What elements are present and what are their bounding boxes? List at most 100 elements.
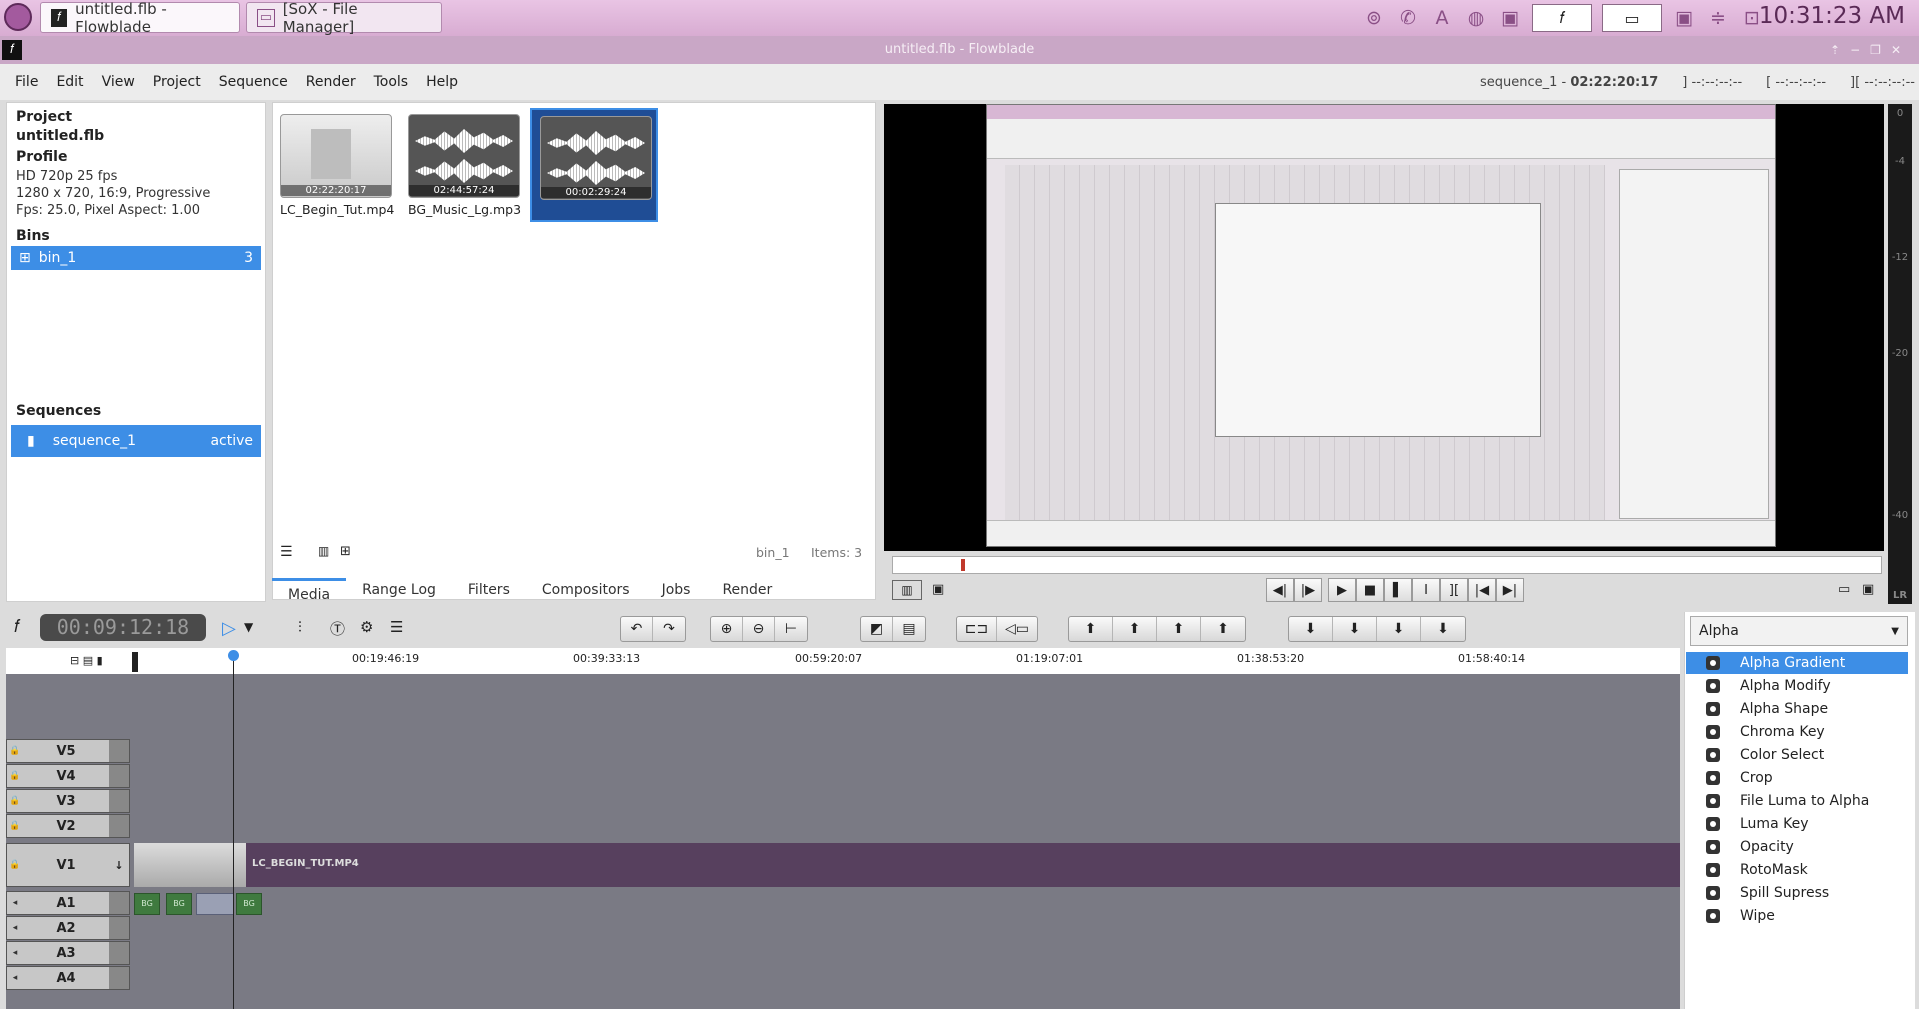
sync-icon[interactable]: ⬇ [1289,617,1333,641]
undo-icon[interactable]: ↶ [621,617,653,641]
tray-app-icon[interactable]: ⊚ [1362,7,1386,29]
window-tray-icon[interactable]: ▭ [1602,4,1662,32]
position-scrubber[interactable] [892,556,1882,574]
task-flowblade[interactable]: 𝑓 untitled.flb - Flowblade [40,0,240,36]
play-backward-button[interactable]: |▶ [1294,578,1322,602]
timeline-playhead[interactable] [233,652,234,1009]
network-icon[interactable]: ≑ [1706,7,1730,29]
chevron-down-icon[interactable]: ▼ [244,620,253,634]
media-clip[interactable]: 02:22:20:17 LC_Begin_Tut.mp4 [280,114,394,217]
screen-icon[interactable]: ▣ [1672,7,1696,29]
filter-item[interactable]: Spill Supress [1686,882,1908,904]
lift-icon[interactable]: ⊏⊐ [957,617,997,641]
tab-filters[interactable]: Filters [452,582,526,598]
track-header-v4[interactable]: 🔒 V4 [6,764,130,788]
menu-help[interactable]: Help [417,74,467,90]
media-link-icon[interactable]: ⚙ [360,618,373,636]
media-clip-selected[interactable]: 00:02:29:24 [530,108,658,222]
filter-item[interactable]: File Luma to Alpha [1686,790,1908,812]
restore-icon[interactable]: ❐ [1870,43,1891,57]
clear-marks-button[interactable]: ][ [1440,578,1468,602]
playhead-handle[interactable] [228,650,239,661]
append-icon[interactable]: ⬆ [1113,617,1157,641]
menu-project[interactable]: Project [144,74,210,90]
audio-icon[interactable]: ◍ [1464,7,1488,29]
track-header-v2[interactable]: 🔒 V2 [6,814,130,838]
down-arrow-icon[interactable]: ↓ [109,844,129,886]
audio-clip-selected[interactable] [196,893,234,915]
filter-item[interactable]: RotoMask [1686,859,1908,881]
track-header-a2[interactable]: ◂ A2 [6,916,130,940]
zoom-fit-icon[interactable]: ⊢ [775,617,807,641]
speaker-icon[interactable]: ◂ [7,898,23,908]
prev-frame-button[interactable]: ◀| [1266,578,1294,602]
overwrite-icon[interactable]: ⬆ [1157,617,1201,641]
fullscreen-icon[interactable]: ▣ [1862,582,1874,597]
tab-jobs[interactable]: Jobs [646,582,707,598]
menu-sequence[interactable]: Sequence [210,74,297,90]
filter-item[interactable]: Crop [1686,767,1908,789]
close-icon[interactable]: ✕ [1891,43,1911,57]
lock-icon[interactable]: 🔒 [7,771,23,781]
speaker-icon[interactable]: ◂ [7,948,23,958]
filter-item[interactable]: Opacity [1686,836,1908,858]
title-tool-icon[interactable]: Ⓣ [330,618,345,639]
track-header-a4[interactable]: ◂ A4 [6,966,130,990]
bin-item[interactable]: ⊞ bin_1 3 [11,246,261,270]
splice-icon[interactable]: ▤ [893,617,925,641]
columns-view-icon[interactable]: ▥ [318,544,329,558]
lock-icon[interactable]: 🔒 [7,796,23,806]
track-header-v5[interactable]: 🔒 V5 [6,739,130,763]
delete-icon[interactable]: ◁▭ [997,617,1037,641]
filter-item[interactable]: Color Select [1686,744,1908,766]
track-header-v1[interactable]: 🔒 V1 ↓ [6,843,130,887]
overwrite-range-icon[interactable]: ⬆ [1201,617,1245,641]
menu-render[interactable]: Render [297,74,365,90]
lock-icon[interactable]: 🔒 [7,746,23,756]
minimize-icon[interactable]: − [1850,43,1870,57]
filter-item[interactable]: Wipe [1686,905,1908,927]
mark-in-button[interactable]: I [1412,578,1440,602]
text-icon[interactable]: A [1430,7,1454,29]
edit-mode-cursor-icon[interactable]: ▷ [222,618,236,639]
track-header-v3[interactable]: 🔒 V3 [6,789,130,813]
speaker-icon[interactable]: ◂ [7,973,23,983]
trim-view-icon[interactable]: ▥ [892,580,922,600]
speaker-icon[interactable]: ◂ [7,923,23,933]
maximize-icon[interactable]: ⇡ [1830,43,1850,57]
tab-render[interactable]: Render [706,582,788,598]
monitor-toggle-icon[interactable]: ▣ [932,582,944,597]
zoom-out-icon[interactable]: ⊖ [743,617,775,641]
menu-file[interactable]: File [6,74,47,90]
filter-item[interactable]: Chroma Key [1686,721,1908,743]
timeline-tracks[interactable] [6,674,1680,1009]
scrubber-playhead[interactable] [961,559,965,571]
grid-view-icon[interactable]: ⊞ [340,544,351,559]
audio-clip[interactable]: BG [166,893,192,915]
redo-icon[interactable]: ↷ [653,617,685,641]
play-button[interactable]: ▶ [1328,578,1356,602]
filter-category-select[interactable]: Alpha ▼ [1690,616,1908,646]
split-audio-icon[interactable]: ⬇ [1421,617,1465,641]
list-view-icon[interactable]: ☰ [280,544,293,560]
menu-tools[interactable]: Tools [365,74,418,90]
render-queue-icon[interactable]: ☰ [390,618,403,636]
lock-icon[interactable]: 🔒 [7,860,23,870]
tab-compositors[interactable]: Compositors [526,582,646,598]
filter-item[interactable]: Alpha Gradient [1686,652,1908,674]
audio-clip[interactable]: BG [134,893,160,915]
phone-icon[interactable]: ✆ [1396,7,1420,29]
to-mark-out-button[interactable]: ▶| [1496,578,1524,602]
track-header-a1[interactable]: ◂ A1 [6,891,130,915]
cut-icon[interactable]: ◩ [861,617,893,641]
timecode-display[interactable]: 00:09:12:18 [40,614,206,641]
tab-media[interactable]: Media [272,577,347,603]
tab-range-log[interactable]: Range Log [346,582,452,598]
lock-icon[interactable]: 🔒 [7,821,23,831]
layout-icon[interactable]: ▭ [1838,582,1850,597]
filter-item[interactable]: Luma Key [1686,813,1908,835]
filter-item[interactable]: Alpha Shape [1686,698,1908,720]
mixer-icon[interactable]: ⫶ [298,618,302,636]
stop-button[interactable]: ■ [1356,578,1384,602]
sequence-item[interactable]: ▮ sequence_1 active [11,425,261,457]
